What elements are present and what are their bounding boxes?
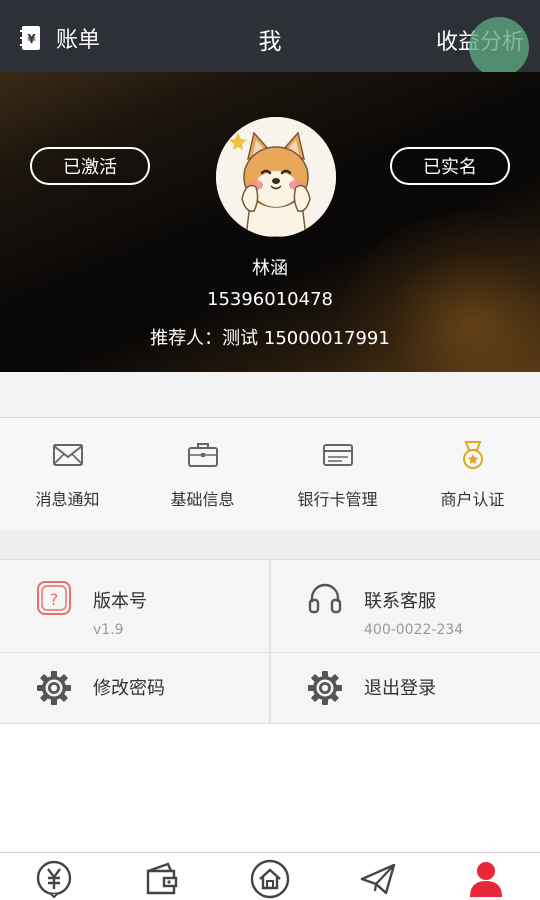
- shiba-dog-avatar: [216, 117, 336, 237]
- tab-home[interactable]: [216, 853, 324, 900]
- section-divider: [0, 530, 540, 560]
- support-phone: 400-0022-234: [364, 622, 464, 638]
- settings-grid: ? 版本号 v1.9 联系客服 400-0022-234 修改密码 退出登录: [0, 560, 540, 724]
- svg-text:?: ?: [50, 590, 59, 609]
- tab-bills[interactable]: [0, 853, 108, 900]
- bank-card-icon: [322, 444, 353, 466]
- top-bar: ¥ 账单 我 收益分析: [0, 0, 540, 77]
- support-cell[interactable]: 联系客服 400-0022-234: [271, 560, 540, 652]
- tab-me[interactable]: [432, 853, 540, 900]
- version-label: 版本号: [93, 591, 147, 612]
- yuan-coin-icon: [36, 860, 72, 899]
- tab-share[interactable]: [324, 853, 432, 900]
- profile-header: 已激活 已实名 林涵 15396010478 推荐人：测试 1500001799…: [0, 72, 540, 372]
- home-icon: [250, 859, 290, 899]
- avatar[interactable]: [216, 117, 336, 237]
- quick-item-label: 商户认证: [440, 490, 505, 509]
- quick-item-bank-cards[interactable]: 银行卡管理: [270, 418, 405, 530]
- touch-indicator: [469, 17, 529, 77]
- section-divider: [0, 372, 540, 418]
- question-icon: ?: [37, 581, 71, 615]
- support-label: 联系客服: [364, 591, 436, 612]
- logout-label: 退出登录: [364, 678, 436, 699]
- briefcase-icon: [187, 443, 218, 467]
- quick-item-basic-info[interactable]: 基础信息: [135, 418, 270, 530]
- grid-divider: [269, 560, 271, 723]
- version-value: v1.9: [93, 622, 124, 638]
- user-icon: [470, 862, 502, 897]
- grid-divider: [0, 723, 540, 724]
- version-cell[interactable]: ? 版本号 v1.9: [0, 560, 269, 652]
- quick-item-notifications[interactable]: 消息通知: [0, 418, 135, 530]
- activated-badge[interactable]: 已激活: [30, 147, 150, 185]
- grid-divider: [0, 652, 540, 653]
- quick-menu: 消息通知 基础信息 银行卡管理 商户认证: [0, 418, 540, 530]
- user-phone: 15396010478: [207, 289, 333, 310]
- change-password-label: 修改密码: [93, 678, 165, 699]
- quick-item-label: 消息通知: [35, 490, 100, 509]
- wallet-icon: [146, 862, 178, 895]
- medal-icon: [462, 441, 483, 469]
- bottom-tab-bar: [0, 852, 540, 900]
- user-name: 林涵: [252, 258, 288, 279]
- headset-icon: [308, 583, 342, 614]
- gear-icon: [308, 671, 342, 705]
- referrer-info: 推荐人：测试 15000017991: [150, 328, 390, 349]
- envelope-icon: [52, 444, 83, 466]
- quick-item-label: 基础信息: [170, 490, 235, 509]
- tab-wallet[interactable]: [108, 853, 216, 900]
- logout-cell[interactable]: 退出登录: [271, 653, 540, 723]
- change-password-cell[interactable]: 修改密码: [0, 653, 269, 723]
- send-icon: [360, 863, 396, 895]
- verified-badge[interactable]: 已实名: [390, 147, 510, 185]
- quick-item-merchant-cert[interactable]: 商户认证: [405, 418, 540, 530]
- quick-item-label: 银行卡管理: [297, 490, 378, 509]
- gear-icon: [37, 671, 71, 705]
